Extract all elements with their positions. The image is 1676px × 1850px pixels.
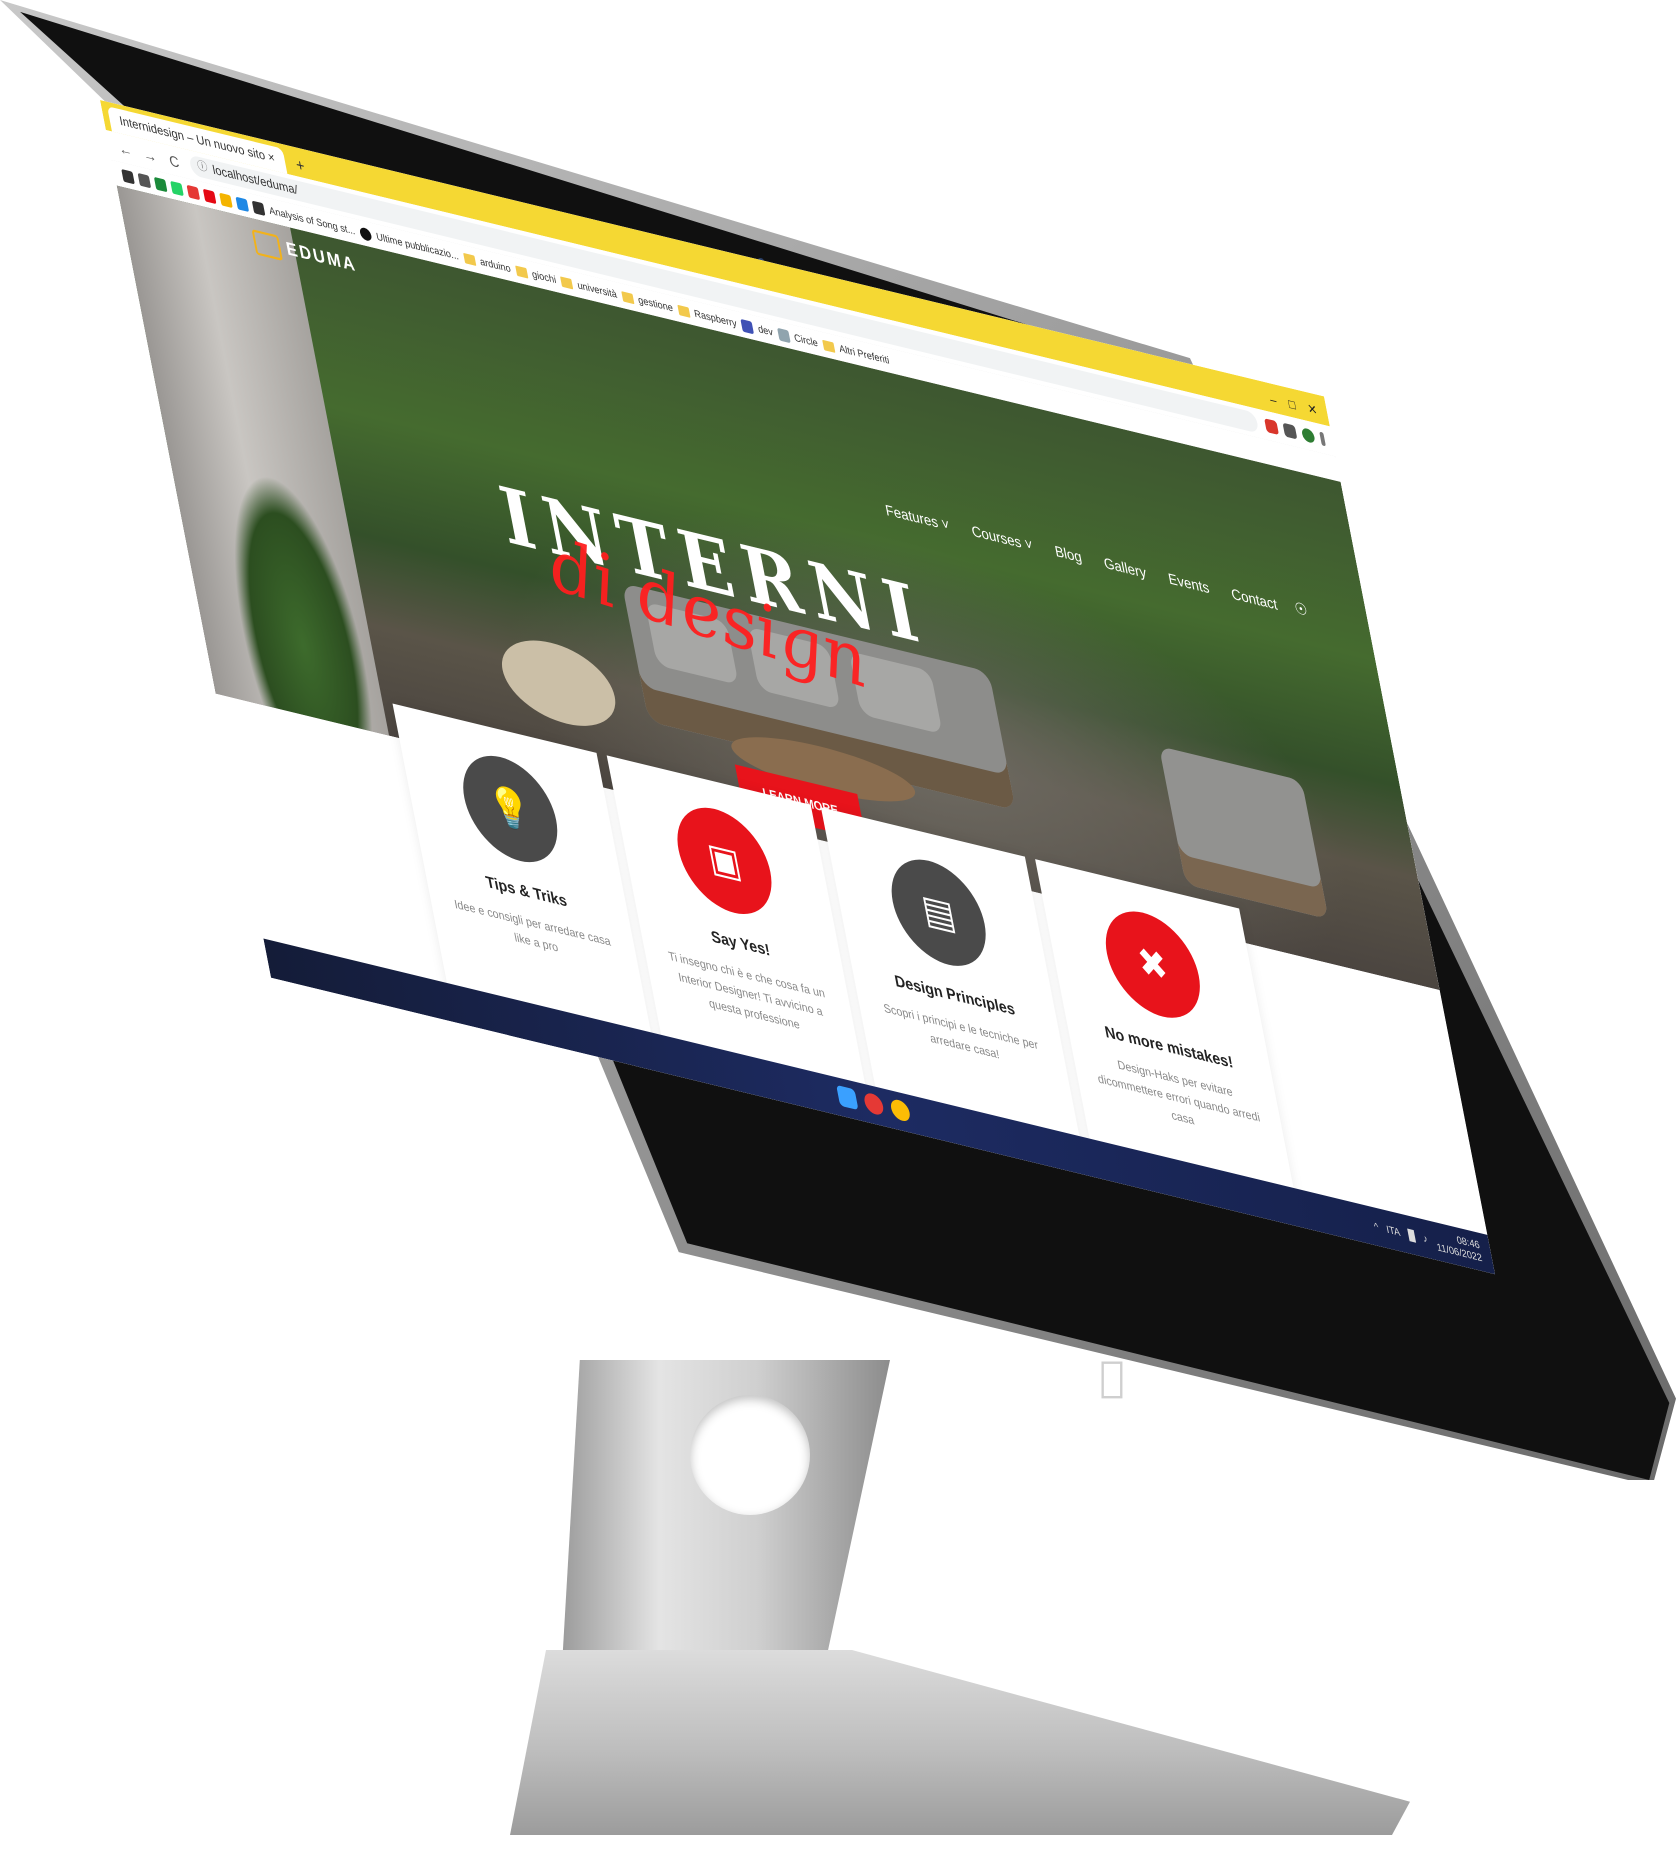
- bookmark-icon[interactable]: [235, 196, 250, 212]
- bookmark-icon[interactable]: [740, 318, 755, 334]
- monitor-graduate-icon: ▣: [668, 797, 781, 924]
- bookmark-netflix-icon[interactable]: [202, 188, 217, 204]
- nav-features[interactable]: Features ˅: [884, 501, 951, 534]
- windows-start-icon[interactable]: [836, 1084, 859, 1111]
- close-icon[interactable]: ✕: [1305, 396, 1319, 424]
- screen: Internidesign – Un nuovo sito × + – □ ✕ …: [100, 100, 1495, 1275]
- folder-icon: [676, 304, 691, 318]
- bookmark-icon[interactable]: [153, 176, 168, 192]
- bookmark-universita[interactable]: università: [576, 279, 618, 300]
- volume-icon[interactable]: ♪: [1422, 1232, 1429, 1245]
- folder-icon: [514, 264, 528, 278]
- forward-arrow-icon[interactable]: →: [140, 144, 160, 166]
- nav-events[interactable]: Events: [1167, 570, 1211, 597]
- nav-contact[interactable]: Contact: [1230, 585, 1279, 613]
- stand-cable-hole: [690, 1395, 810, 1515]
- info-icon: ⓘ: [196, 159, 209, 175]
- hero-armchair: [1158, 745, 1329, 920]
- bookmark-dev[interactable]: dev: [757, 323, 774, 338]
- close-x-icon: ✖: [1096, 901, 1209, 1028]
- bookmark-icon[interactable]: [358, 225, 373, 242]
- apple-logo-icon: : [1092, 1355, 1132, 1399]
- main-nav: Features ˅ Courses ˅ Blog Gallery Events…: [884, 501, 1279, 613]
- minimize-icon[interactable]: –: [1268, 387, 1279, 414]
- folder-icon: [620, 290, 635, 304]
- bookmark-icon[interactable]: [137, 172, 152, 188]
- hero-pouf: [494, 629, 623, 738]
- user-account-icon[interactable]: ☉: [1293, 598, 1310, 621]
- back-arrow-icon[interactable]: ←: [115, 138, 135, 160]
- bookmark-arduino[interactable]: arduino: [479, 256, 512, 275]
- folder-icon: [462, 252, 476, 266]
- monitor-stand-foot: [510, 1650, 1410, 1835]
- lightbulb-icon: 💡: [454, 745, 567, 873]
- chevron-up-icon[interactable]: ^: [1373, 1220, 1380, 1233]
- nav-blog[interactable]: Blog: [1053, 542, 1083, 566]
- opera-extension-icon[interactable]: [1264, 418, 1280, 436]
- bookmark-icon[interactable]: [251, 200, 266, 216]
- nav-courses-label: Courses: [969, 521, 1023, 552]
- nav-gallery[interactable]: Gallery: [1102, 554, 1147, 581]
- bookmark-github-icon[interactable]: [121, 168, 135, 184]
- nav-features-label: Features: [883, 501, 940, 532]
- folder-icon: [560, 275, 574, 289]
- clock[interactable]: 08:46 11/06/2022: [1433, 1228, 1484, 1264]
- bookmark-drive-icon[interactable]: [219, 192, 233, 208]
- reload-icon[interactable]: C: [164, 150, 184, 171]
- puzzle-extension-icon[interactable]: [1282, 422, 1298, 440]
- language-indicator[interactable]: ITA: [1385, 1223, 1401, 1238]
- nav-courses[interactable]: Courses ˅: [970, 522, 1034, 554]
- menu-kebab-icon[interactable]: [1319, 431, 1326, 447]
- bookmark-icon[interactable]: [776, 327, 791, 343]
- bookmark-circle[interactable]: Circle: [793, 332, 819, 349]
- bookmark-gestione[interactable]: gestione: [637, 294, 674, 314]
- bookmark-youtube-icon[interactable]: [186, 184, 201, 200]
- opera-taskbar-icon[interactable]: [862, 1091, 886, 1117]
- chrome-taskbar-icon[interactable]: [889, 1097, 912, 1124]
- network-icon[interactable]: █: [1407, 1229, 1416, 1242]
- maximize-icon[interactable]: □: [1286, 392, 1298, 419]
- bookmark-whatsapp-icon[interactable]: [170, 180, 184, 196]
- profile-avatar-icon[interactable]: [1300, 427, 1316, 444]
- bookmark-giochi[interactable]: giochi: [531, 268, 557, 285]
- folder-icon: [821, 339, 836, 353]
- notepad-icon: ▤: [882, 849, 995, 976]
